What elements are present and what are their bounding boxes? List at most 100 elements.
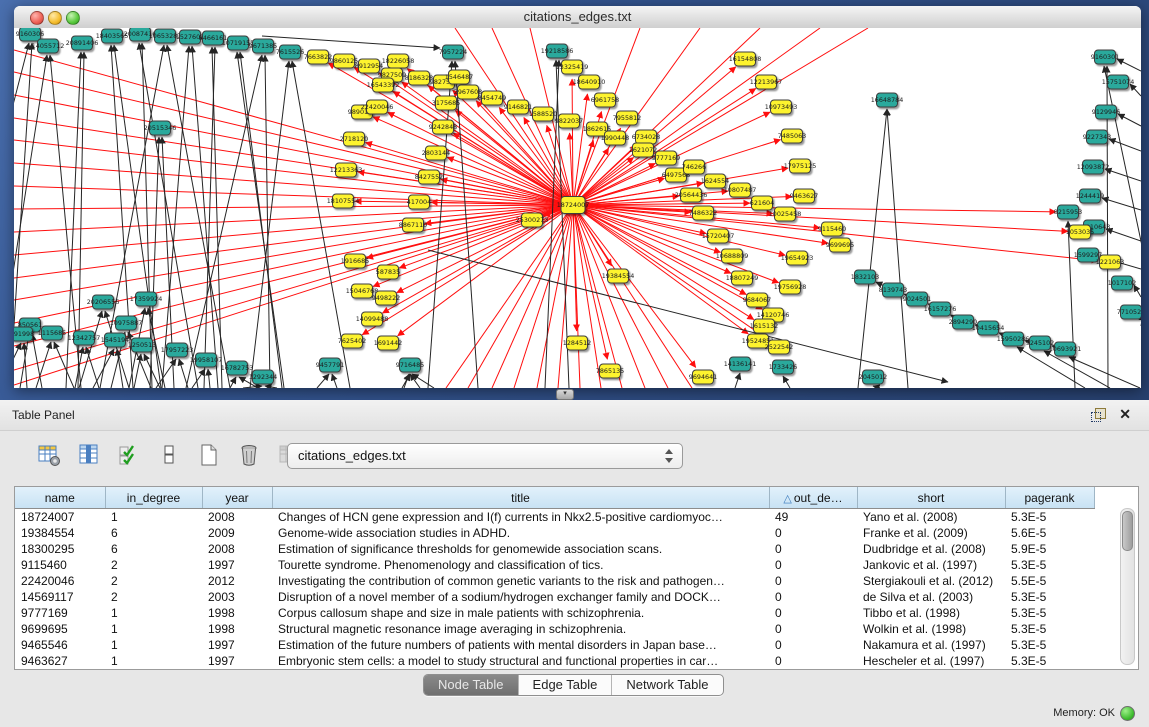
graph-edge[interactable]	[265, 386, 277, 388]
network-window[interactable]: citations_edges.txt 91603061405571220891…	[14, 6, 1141, 388]
graph-edge[interactable]	[192, 46, 218, 388]
graph-node[interactable]: 12213967	[750, 75, 783, 89]
graph-edge[interactable]	[54, 342, 74, 388]
table-row[interactable]: 1872400712008Changes of HCN gene express…	[15, 509, 1094, 526]
tab-edge-table[interactable]: Edge Table	[519, 675, 613, 695]
cell-year[interactable]: 2008	[202, 541, 272, 557]
column-header-year[interactable]: year	[202, 487, 272, 509]
network-canvas[interactable]: 9160306140557122089140618403565200874161…	[14, 28, 1141, 388]
float-panel-icon[interactable]	[1091, 408, 1105, 421]
graph-node[interactable]: 14136141	[724, 357, 757, 371]
cell-out_degree[interactable]: 0	[769, 557, 857, 573]
graph-edge[interactable]	[735, 373, 740, 388]
graph-edge[interactable]	[142, 43, 152, 388]
graph-node[interactable]: 20515346	[144, 121, 177, 135]
graph-node[interactable]: 1588520	[529, 107, 557, 121]
cell-title[interactable]: Structural magnetic resonance image aver…	[272, 621, 769, 637]
graph-node[interactable]: 19756928	[774, 280, 807, 294]
new-file-icon[interactable]	[196, 442, 222, 468]
delete-trash-icon[interactable]	[236, 442, 262, 468]
graph-edge[interactable]	[186, 55, 262, 388]
graph-node[interactable]: 8867110	[399, 218, 427, 232]
cell-name[interactable]: 18300295	[15, 541, 105, 557]
cell-out_degree[interactable]: 0	[769, 621, 857, 637]
cell-title[interactable]: Tourette syndrome. Phenomenology and cla…	[272, 557, 769, 573]
graph-node[interactable]: 19384554	[602, 269, 635, 283]
column-header-short[interactable]: short	[857, 487, 1005, 509]
graph-node[interactable]: 1615132	[750, 319, 778, 333]
memory-status-icon[interactable]	[1120, 706, 1135, 721]
graph-node[interactable]: 17359924	[130, 292, 163, 306]
graph-edge[interactable]	[192, 369, 205, 388]
table-row[interactable]: 1938455462009Genome-wide association stu…	[15, 525, 1094, 541]
graph-edge[interactable]	[265, 55, 270, 388]
graph-edge[interactable]	[243, 386, 262, 388]
graph-node[interactable]: 1292344	[249, 370, 277, 384]
cell-in_degree[interactable]: 1	[105, 509, 202, 526]
graph-edge[interactable]	[14, 343, 21, 388]
graph-node[interactable]: 8215953	[1054, 205, 1082, 219]
cell-year[interactable]: 1998	[202, 605, 272, 621]
tab-node-table[interactable]: Node Table	[424, 675, 519, 695]
cell-name[interactable]: 22420046	[15, 573, 105, 589]
graph-node[interactable]: 9160301	[1091, 50, 1119, 64]
graph-node[interactable]: 7955812	[613, 111, 641, 125]
cell-title[interactable]: Genome-wide association studies in ADHD.	[272, 525, 769, 541]
cell-name[interactable]: 9115460	[15, 557, 105, 573]
cell-pagerank[interactable]: 5.3E-5	[1005, 557, 1094, 573]
graph-edge[interactable]	[514, 205, 573, 388]
cell-short[interactable]: Jankovic et al. (1997)	[857, 557, 1005, 573]
cell-year[interactable]: 2008	[202, 509, 272, 526]
graph-edge[interactable]	[32, 334, 42, 388]
table-row[interactable]: 946554611997Estimation of the future num…	[15, 637, 1094, 653]
graph-node[interactable]: 7485063	[778, 129, 806, 143]
cell-name[interactable]: 18724007	[15, 509, 105, 526]
graph-node[interactable]: 10025458	[769, 207, 802, 221]
graph-edge[interactable]	[783, 376, 790, 388]
cell-out_degree[interactable]: 49	[769, 509, 857, 526]
graph-edge[interactable]	[873, 386, 880, 388]
graph-node[interactable]: 417004	[407, 195, 431, 209]
graph-edge[interactable]	[1069, 357, 1140, 388]
cell-pagerank[interactable]: 5.3E-5	[1005, 637, 1094, 653]
cell-short[interactable]: Franke et al. (2009)	[857, 525, 1005, 541]
graph-edge[interactable]	[573, 28, 820, 205]
cell-year[interactable]: 1997	[202, 653, 272, 669]
graph-node[interactable]: 9671385	[249, 39, 277, 53]
cell-title[interactable]: Changes of HCN gene expression and I(f) …	[272, 509, 769, 526]
graph-edge[interactable]	[332, 374, 337, 388]
cell-short[interactable]: Hescheler et al. (1997)	[857, 653, 1005, 669]
graph-edge[interactable]	[240, 52, 282, 388]
cell-in_degree[interactable]: 1	[105, 653, 202, 669]
graph-node[interactable]: 1691442	[374, 336, 402, 350]
select-all-icon[interactable]	[116, 442, 142, 468]
graph-node[interactable]: 1545194	[101, 333, 129, 347]
graph-node[interactable]: 7957224	[439, 45, 467, 59]
cell-pagerank[interactable]: 5.9E-5	[1005, 541, 1094, 557]
cell-out_degree[interactable]: 0	[769, 589, 857, 605]
table-row[interactable]: 1456911722003Disruption of a novel membe…	[15, 589, 1094, 605]
cell-name[interactable]: 9463627	[15, 653, 105, 669]
cell-pagerank[interactable]: 5.3E-5	[1005, 605, 1094, 621]
graph-node[interactable]: 1017102	[1108, 276, 1136, 290]
graph-node[interactable]: 7486322	[689, 206, 717, 220]
graph-node[interactable]: 17975125	[784, 159, 817, 173]
graph-edge[interactable]	[1106, 229, 1141, 241]
graph-edge[interactable]	[1105, 169, 1141, 181]
graph-node[interactable]: 9716485	[396, 358, 424, 372]
graph-edge[interactable]	[1068, 221, 1075, 388]
graph-node[interactable]: 18226058	[382, 54, 415, 68]
cell-in_degree[interactable]: 2	[105, 589, 202, 605]
cell-in_degree[interactable]: 6	[105, 541, 202, 557]
graph-node[interactable]: 9242848	[429, 120, 457, 134]
graph-node[interactable]: 14099488	[356, 312, 389, 326]
cell-year[interactable]: 1997	[202, 557, 272, 573]
citation-graph[interactable]: 9160306140557122089140618403565200874161…	[14, 28, 1141, 388]
graph-edge[interactable]	[14, 50, 573, 205]
clear-selection-icon[interactable]	[156, 442, 182, 468]
graph-node[interactable]: 391998	[14, 327, 34, 341]
graph-edge[interactable]	[317, 374, 329, 388]
table-row[interactable]: 969969511998Structural magnetic resonanc…	[15, 621, 1094, 637]
graph-node[interactable]: 9822037	[555, 114, 583, 128]
column-header-in_degree[interactable]: in_degree	[105, 487, 202, 509]
